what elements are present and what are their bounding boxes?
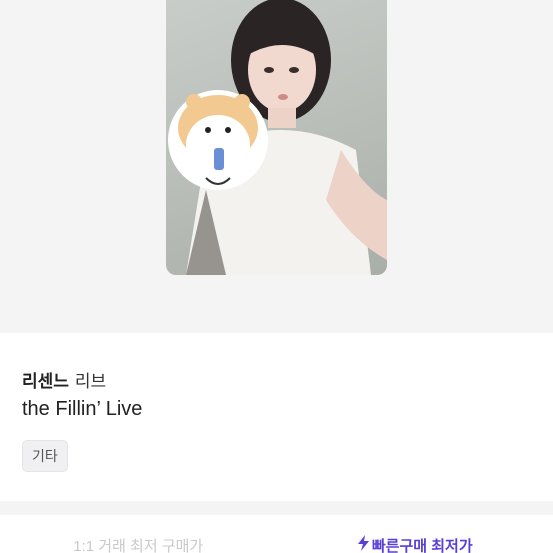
photocard-image[interactable]: [166, 0, 387, 275]
category-tag-label: 기타: [32, 448, 58, 464]
tab-direct-trade-label: 1:1 거래 최저 구매가: [73, 538, 204, 553]
category-tag: 기타: [22, 440, 68, 472]
member-name: 리브: [74, 372, 107, 391]
lightning-icon: [357, 535, 369, 551]
tab-direct-trade-lowest-price[interactable]: 1:1 거래 최저 구매가: [0, 515, 277, 553]
artist-row: 리센느 리브: [22, 367, 106, 392]
album-title: the Fillin’ Live: [22, 398, 143, 420]
product-image-area: [0, 0, 553, 333]
tab-quick-buy-label: 빠른구매 최저가: [371, 538, 473, 553]
artist-name[interactable]: 리센느: [22, 372, 69, 391]
section-divider: [0, 501, 553, 515]
tab-quick-buy-lowest-price[interactable]: 빠른구매 최저가: [277, 515, 553, 553]
photocard-illustration: [168, 0, 387, 275]
price-tabs: 1:1 거래 최저 구매가 빠른구매 최저가: [0, 515, 553, 553]
